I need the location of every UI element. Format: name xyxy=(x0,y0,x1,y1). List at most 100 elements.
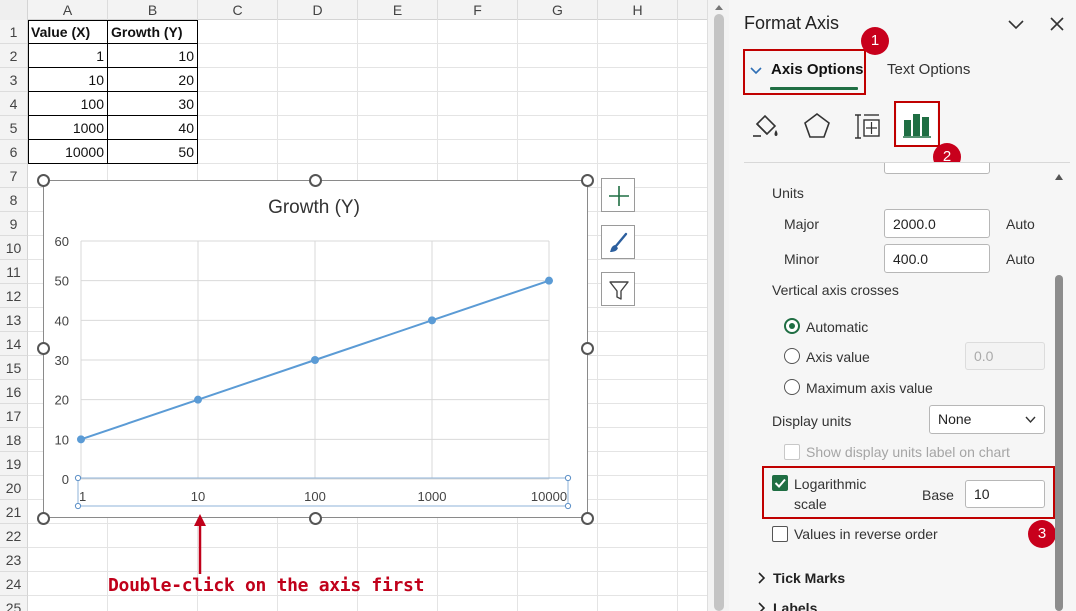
resize-handle-top-left[interactable] xyxy=(37,174,50,187)
row-header-14[interactable]: 14 xyxy=(0,332,28,356)
column-header-h[interactable]: H xyxy=(598,0,678,20)
row-header-22[interactable]: 22 xyxy=(0,524,28,548)
reverse-order-checkbox[interactable] xyxy=(772,526,788,542)
y-tick-label[interactable]: 20 xyxy=(55,393,69,408)
cell-growth-y[interactable]: 50 xyxy=(108,140,198,164)
close-icon[interactable] xyxy=(1047,14,1067,34)
section-labels[interactable]: Labels xyxy=(773,600,817,611)
reverse-order-label[interactable]: Values in reverse order xyxy=(794,526,938,542)
row-header-15[interactable]: 15 xyxy=(0,356,28,380)
radio-axis-value[interactable] xyxy=(784,348,800,364)
y-tick-label[interactable]: 0 xyxy=(62,472,69,487)
row-header-8[interactable]: 8 xyxy=(0,188,28,212)
major-auto-label[interactable]: Auto xyxy=(1006,216,1035,232)
row-header-20[interactable]: 20 xyxy=(0,476,28,500)
column-header-g[interactable]: G xyxy=(518,0,598,20)
display-units-select[interactable]: None xyxy=(929,405,1045,434)
chart-elements-button[interactable] xyxy=(601,178,635,212)
row-header-23[interactable]: 23 xyxy=(0,548,28,572)
y-tick-label[interactable]: 30 xyxy=(55,353,69,368)
row-header-1[interactable]: 1 xyxy=(0,20,28,44)
radio-axis-value-label[interactable]: Axis value xyxy=(806,349,870,365)
cell-value-x[interactable]: 100 xyxy=(28,92,108,116)
chart-styles-button[interactable] xyxy=(601,225,635,259)
axis-selection-handle[interactable] xyxy=(565,475,570,480)
y-tick-label[interactable]: 60 xyxy=(55,234,69,249)
chart-area[interactable]: Growth (Y) 0 10 20 30 40 50 60 1 10 100 1000 10000 xyxy=(43,180,588,518)
minor-unit-input[interactable] xyxy=(884,244,990,273)
data-point[interactable] xyxy=(77,435,85,443)
section-tick-marks[interactable]: Tick Marks xyxy=(773,570,845,586)
fill-line-icon[interactable] xyxy=(749,110,781,142)
chart-filters-button[interactable] xyxy=(601,272,635,306)
row-header-7[interactable]: 7 xyxy=(0,164,28,188)
axis-selection-handle[interactable] xyxy=(75,503,80,508)
column-header-b[interactable]: B xyxy=(108,0,198,20)
pane-scroll-thumb[interactable] xyxy=(1055,275,1063,611)
x-tick-label[interactable]: 1 xyxy=(79,489,86,504)
x-tick-label[interactable]: 10000 xyxy=(531,489,567,504)
resize-handle-top[interactable] xyxy=(309,174,322,187)
resize-handle-left[interactable] xyxy=(37,342,50,355)
row-header-3[interactable]: 3 xyxy=(0,68,28,92)
column-header-d[interactable]: D xyxy=(278,0,358,20)
row-header-12[interactable]: 12 xyxy=(0,284,28,308)
cell-value-x[interactable]: 1000 xyxy=(28,116,108,140)
row-header-16[interactable]: 16 xyxy=(0,380,28,404)
radio-maximum-axis-value-label[interactable]: Maximum axis value xyxy=(806,380,933,396)
major-unit-input[interactable] xyxy=(884,209,990,238)
tab-text-options[interactable]: Text Options xyxy=(887,61,970,78)
radio-maximum-axis-value[interactable] xyxy=(784,379,800,395)
show-display-units-checkbox[interactable] xyxy=(784,444,800,460)
y-tick-label[interactable]: 40 xyxy=(55,313,69,328)
scroll-up-icon[interactable] xyxy=(714,3,724,11)
line-chart[interactable]: Growth (Y) 0 10 20 30 40 50 60 1 10 100 1000 10000 xyxy=(44,181,589,519)
data-point[interactable] xyxy=(545,277,553,285)
data-point[interactable] xyxy=(311,356,319,364)
sheet-vertical-scrollbar[interactable] xyxy=(707,0,729,611)
axis-selection-handle[interactable] xyxy=(75,475,80,480)
cell-growth-y[interactable]: 20 xyxy=(108,68,198,92)
row-header-6[interactable]: 6 xyxy=(0,140,28,164)
row-header-19[interactable]: 19 xyxy=(0,452,28,476)
y-tick-label[interactable]: 10 xyxy=(55,432,69,447)
cell-value-x[interactable]: 10000 xyxy=(28,140,108,164)
resize-handle-right[interactable] xyxy=(581,342,594,355)
row-header-25[interactable]: 25 xyxy=(0,596,28,611)
chevron-down-icon[interactable] xyxy=(1006,14,1026,34)
cell-header-value-x[interactable]: Value (X) xyxy=(28,20,108,44)
resize-handle-bottom-left[interactable] xyxy=(37,512,50,525)
column-header-f[interactable]: F xyxy=(438,0,518,20)
row-header-17[interactable]: 17 xyxy=(0,404,28,428)
size-properties-icon[interactable] xyxy=(851,110,883,142)
x-tick-label[interactable]: 10 xyxy=(191,489,205,504)
column-header-e[interactable]: E xyxy=(358,0,438,20)
radio-automatic[interactable] xyxy=(784,318,800,334)
minor-auto-label[interactable]: Auto xyxy=(1006,251,1035,267)
y-tick-label[interactable]: 50 xyxy=(55,274,69,289)
pentagon-effects-icon[interactable] xyxy=(801,110,833,142)
axis-selection-handle[interactable] xyxy=(565,503,570,508)
radio-automatic-label[interactable]: Automatic xyxy=(806,319,868,335)
scroll-up-icon[interactable] xyxy=(1054,173,1064,181)
row-header-21[interactable]: 21 xyxy=(0,500,28,524)
cell-growth-y[interactable]: 10 xyxy=(108,44,198,68)
data-point[interactable] xyxy=(428,316,436,324)
row-header-11[interactable]: 11 xyxy=(0,260,28,284)
bounds-maximum-input[interactable] xyxy=(884,163,990,174)
select-all-corner[interactable] xyxy=(0,0,28,20)
x-tick-label[interactable]: 1000 xyxy=(418,489,447,504)
x-tick-label[interactable]: 100 xyxy=(304,489,326,504)
row-header-2[interactable]: 2 xyxy=(0,44,28,68)
chart-title[interactable]: Growth (Y) xyxy=(268,197,360,218)
row-header-18[interactable]: 18 xyxy=(0,428,28,452)
sheet-scroll-thumb[interactable] xyxy=(714,14,724,611)
chevron-right-icon[interactable] xyxy=(757,602,767,611)
cell-header-growth-y[interactable]: Growth (Y) xyxy=(108,20,198,44)
row-header-10[interactable]: 10 xyxy=(0,236,28,260)
row-header-5[interactable]: 5 xyxy=(0,116,28,140)
row-header-4[interactable]: 4 xyxy=(0,92,28,116)
chevron-right-icon[interactable] xyxy=(757,572,767,584)
data-point[interactable] xyxy=(194,396,202,404)
spreadsheet-area[interactable]: ABCDEFGH 1234567891011121314151617181920… xyxy=(0,0,707,611)
